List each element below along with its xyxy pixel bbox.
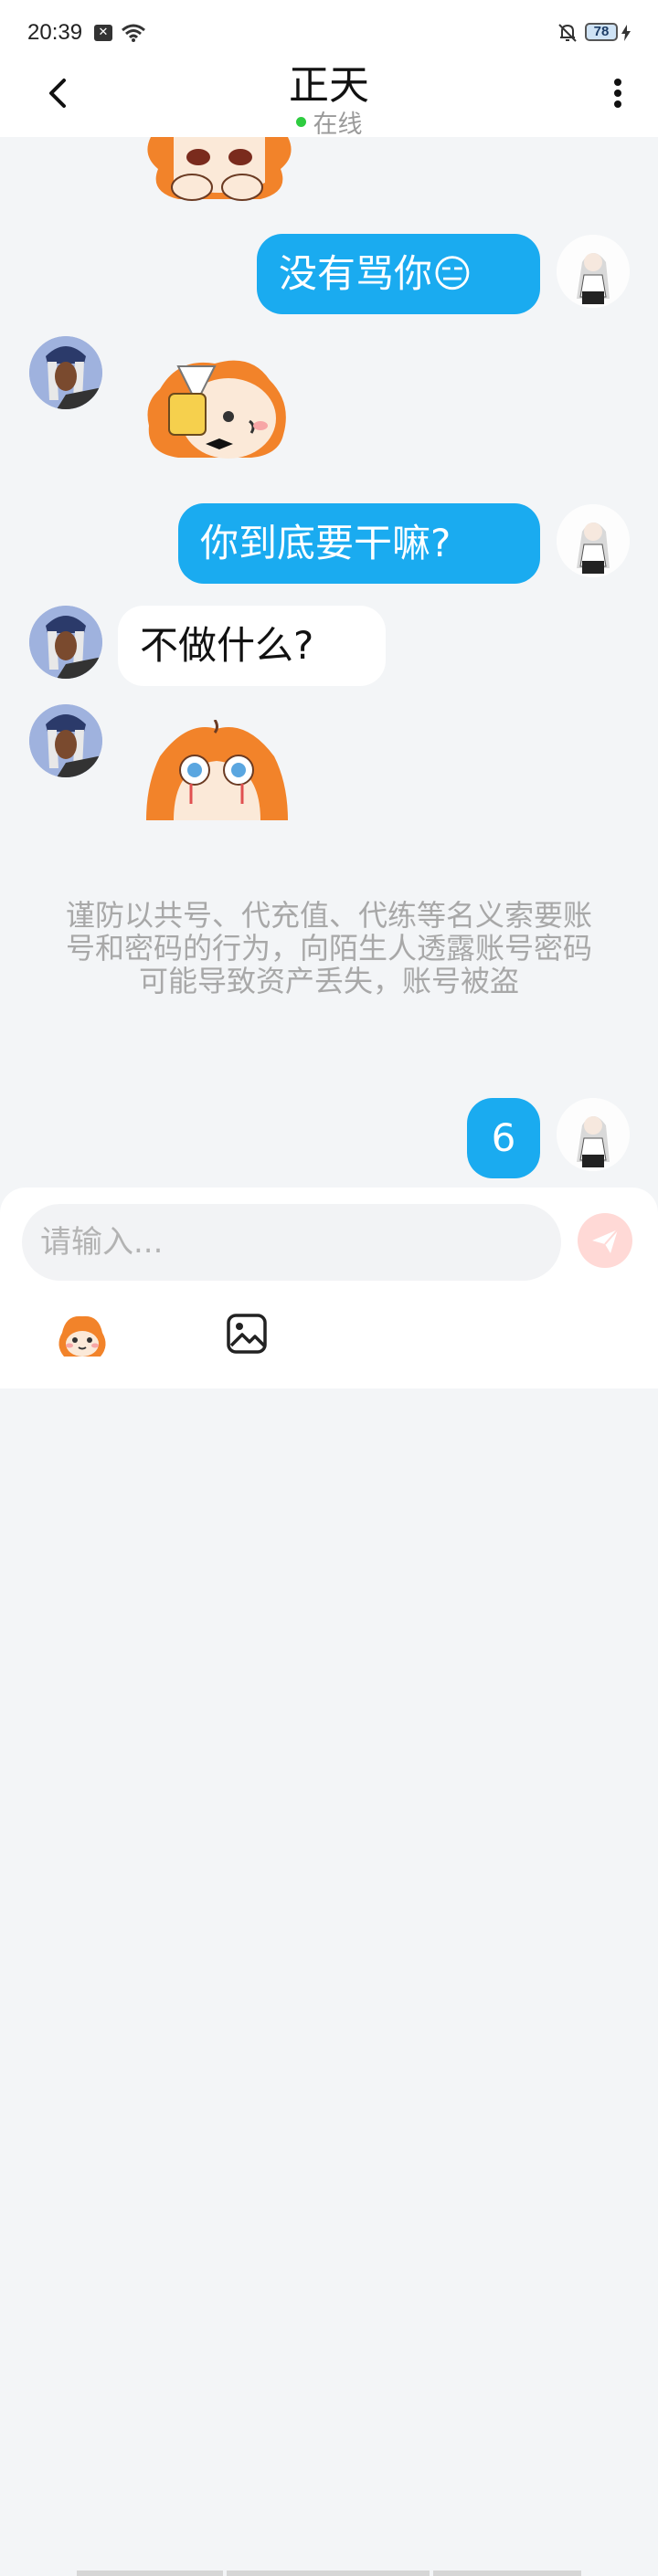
battery-indicator: 78 — [585, 23, 618, 41]
sticker-message[interactable] — [142, 720, 292, 829]
avatar-self-image — [557, 504, 630, 577]
online-label: 在线 — [313, 111, 363, 139]
send-button[interactable] — [578, 1213, 632, 1268]
avatar-self[interactable] — [557, 504, 630, 577]
avatar-self[interactable] — [557, 1098, 630, 1171]
sticker-message[interactable] — [142, 353, 292, 467]
message-bubble-outgoing[interactable]: 6 — [467, 1098, 540, 1178]
status-time: 20:39 — [27, 20, 83, 45]
charging-icon — [621, 25, 631, 41]
chat-header: 正天 在线 — [0, 62, 658, 140]
avatar-contact[interactable] — [29, 704, 102, 777]
avatar-contact-image — [29, 336, 102, 409]
avatar-self[interactable] — [557, 235, 630, 308]
message-input[interactable]: 请输入... — [22, 1204, 561, 1281]
image-icon[interactable] — [226, 1313, 268, 1355]
toolbar-divider — [227, 2571, 430, 2576]
more-vertical-icon[interactable] — [607, 75, 629, 111]
avatar-contact[interactable] — [29, 336, 102, 409]
avatar-contact[interactable] — [29, 606, 102, 679]
avatar-contact-image — [29, 704, 102, 777]
security-notice: 谨防以共号、代充值、代练等名义索要账号和密码的行为，向陌生人透露账号密码可能导致… — [65, 898, 592, 998]
avatar-self-image — [557, 235, 630, 308]
toolbar-divider — [77, 2571, 223, 2576]
toolbar-divider — [433, 2571, 581, 2576]
send-icon — [592, 1229, 619, 1253]
page-title: 正天 — [289, 62, 369, 109]
sticker-message[interactable] — [142, 137, 297, 206]
message-bubble-outgoing[interactable]: 没有骂你😑 — [257, 234, 540, 314]
avatar-contact-image — [29, 606, 102, 679]
wifi-icon — [122, 24, 145, 42]
emoji-sticker-icon[interactable] — [55, 1309, 110, 1364]
message-bubble-incoming[interactable]: 不做什么? — [118, 606, 386, 686]
composer: 请输入... — [0, 1188, 658, 2576]
mute-bell-icon — [558, 24, 577, 42]
message-input-placeholder: 请输入... — [40, 1224, 164, 1261]
message-bubble-outgoing[interactable]: 你到底要干嘛? — [178, 503, 540, 584]
notification-x-icon: ✕ — [94, 25, 112, 41]
online-dot-icon — [295, 117, 306, 127]
avatar-self-image — [557, 1098, 630, 1171]
online-status: 在线 — [0, 104, 658, 140]
